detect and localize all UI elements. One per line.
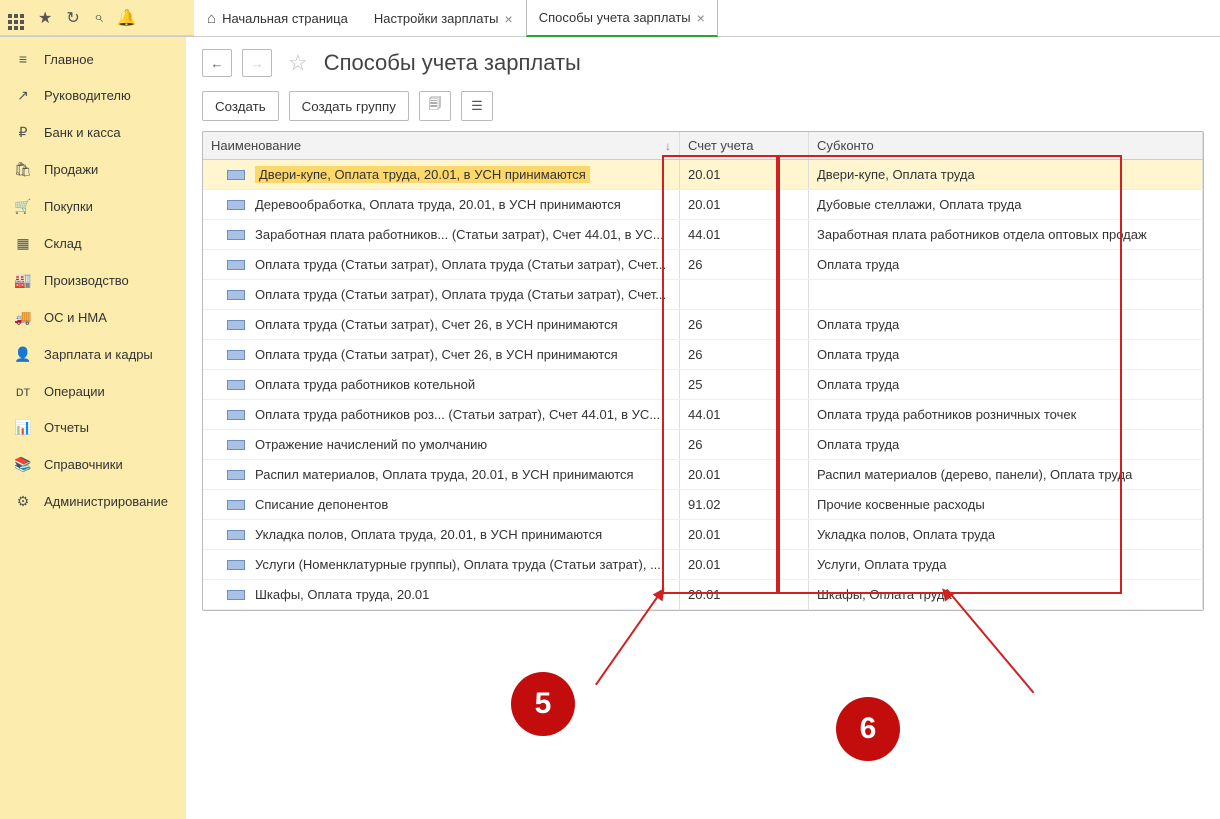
tab-home-label: Начальная страница: [222, 11, 348, 26]
sidebar-icon: 🏭: [14, 272, 32, 289]
row-icon: [227, 170, 245, 180]
annotation-box-5: [662, 155, 778, 594]
sidebar-item-11[interactable]: 📚 Справочники: [0, 446, 186, 483]
cell-name: Отражение начислений по умолчанию: [255, 437, 487, 452]
cell-name: Распил материалов, Оплата труда, 20.01, …: [255, 467, 634, 482]
cell-name: Оплата труда (Статьи затрат), Счет 26, в…: [255, 317, 618, 332]
list-settings-button[interactable]: ☰: [461, 91, 493, 121]
sidebar-icon: 🛍: [14, 161, 32, 178]
sidebar-icon: ₽: [14, 124, 32, 141]
sidebar-item-6[interactable]: 🏭 Производство: [0, 262, 186, 299]
sidebar-item-label: Администрирование: [44, 494, 168, 509]
sidebar-item-label: Руководителю: [44, 88, 131, 103]
sidebar-item-2[interactable]: ₽ Банк и касса: [0, 114, 186, 151]
tab-settings[interactable]: Настройки зарплаты ×: [361, 0, 526, 36]
cell-name: Оплата труда (Статьи затрат), Оплата тру…: [255, 257, 666, 272]
cell-name: Оплата труда работников котельной: [255, 377, 475, 392]
sidebar-item-0[interactable]: ≡ Главное: [0, 41, 186, 77]
sidebar-icon: 🛒: [14, 198, 32, 215]
sidebar-item-label: Зарплата и кадры: [44, 347, 153, 362]
annotation-box-6: [778, 155, 1122, 594]
row-icon: [227, 290, 245, 300]
column-header-name[interactable]: Наименование ↓: [203, 132, 680, 159]
sidebar-item-label: Главное: [44, 52, 94, 67]
cell-name: Укладка полов, Оплата труда, 20.01, в УС…: [255, 527, 602, 542]
nav-back-button[interactable]: ←: [202, 49, 232, 77]
sidebar-item-label: Справочники: [44, 457, 123, 472]
sidebar-icon: ᴅᴛ: [14, 383, 32, 399]
row-icon: [227, 380, 245, 390]
favorite-icon[interactable]: ★: [38, 8, 52, 28]
sidebar-item-label: Банк и касса: [44, 125, 121, 140]
sidebar-icon: ↗: [14, 87, 32, 104]
sidebar-item-3[interactable]: 🛍 Продажи: [0, 151, 186, 188]
page-title: Способы учета зарплаты: [324, 50, 581, 76]
row-icon: [227, 590, 245, 600]
cell-name: Оплата труда (Статьи затрат), Счет 26, в…: [255, 347, 618, 362]
sidebar-item-9[interactable]: ᴅᴛ Операции: [0, 373, 186, 409]
search-icon[interactable]: ⌕: [94, 9, 103, 27]
row-icon: [227, 560, 245, 570]
cell-name: Оплата труда (Статьи затрат), Оплата тру…: [255, 287, 666, 302]
row-icon: [227, 530, 245, 540]
sidebar-icon: 🚚: [14, 309, 32, 326]
apps-icon[interactable]: [8, 5, 24, 30]
sidebar-item-7[interactable]: 🚚 ОС и НМА: [0, 299, 186, 336]
sidebar-item-4[interactable]: 🛒 Покупки: [0, 188, 186, 225]
sidebar-item-8[interactable]: 👤 Зарплата и кадры: [0, 336, 186, 373]
cell-name: Услуги (Номенклатурные группы), Оплата т…: [255, 557, 661, 572]
sidebar-icon: ⚙: [14, 493, 32, 510]
cell-name: Списание депонентов: [255, 497, 388, 512]
sidebar-icon: 👤: [14, 346, 32, 363]
row-icon: [227, 200, 245, 210]
close-icon[interactable]: ×: [505, 11, 513, 27]
cell-name: Деревообработка, Оплата труда, 20.01, в …: [255, 197, 621, 212]
sidebar-icon: ≡: [14, 51, 32, 67]
row-icon: [227, 320, 245, 330]
tab-methods-label: Способы учета зарплаты: [539, 10, 691, 25]
tab-home[interactable]: ⌂ Начальная страница: [194, 0, 361, 36]
copy-button[interactable]: 🗐: [419, 91, 451, 121]
sidebar-item-5[interactable]: ▦ Склад: [0, 225, 186, 262]
nav-forward-button[interactable]: →: [242, 49, 272, 77]
sidebar-item-label: Операции: [44, 384, 105, 399]
sort-icon: ↓: [665, 139, 671, 153]
row-icon: [227, 260, 245, 270]
annotation-marker-6: 6: [836, 697, 900, 761]
row-icon: [227, 410, 245, 420]
tab-methods[interactable]: Способы учета зарплаты ×: [526, 0, 718, 37]
sidebar-item-label: Производство: [44, 273, 129, 288]
sidebar-icon: 📚: [14, 456, 32, 473]
sidebar-item-10[interactable]: 📊 Отчеты: [0, 409, 186, 446]
sidebar-item-label: Отчеты: [44, 420, 89, 435]
create-button[interactable]: Создать: [202, 91, 279, 121]
sidebar-icon: 📊: [14, 419, 32, 436]
row-icon: [227, 470, 245, 480]
close-icon[interactable]: ×: [697, 10, 705, 26]
sidebar-item-1[interactable]: ↗ Руководителю: [0, 77, 186, 114]
annotation-marker-5: 5: [511, 672, 575, 736]
sidebar-icon: ▦: [14, 235, 32, 252]
sidebar-item-label: Склад: [44, 236, 82, 251]
sidebar-item-label: Покупки: [44, 199, 93, 214]
row-icon: [227, 350, 245, 360]
row-icon: [227, 440, 245, 450]
tab-settings-label: Настройки зарплаты: [374, 11, 499, 26]
sidebar-item-12[interactable]: ⚙ Администрирование: [0, 483, 186, 520]
row-icon: [227, 500, 245, 510]
star-icon[interactable]: ☆: [288, 50, 308, 76]
bell-icon[interactable]: 🔔: [117, 8, 137, 28]
cell-name: Шкафы, Оплата труда, 20.01: [255, 587, 429, 602]
cell-name: Двери-купе, Оплата труда, 20.01, в УСН п…: [255, 166, 590, 183]
row-icon: [227, 230, 245, 240]
create-group-button[interactable]: Создать группу: [289, 91, 409, 121]
home-icon: ⌂: [207, 10, 216, 27]
history-icon[interactable]: ↻: [66, 8, 79, 28]
cell-name: Оплата труда работников роз... (Статьи з…: [255, 407, 660, 422]
cell-name: Заработная плата работников... (Статьи з…: [255, 227, 664, 242]
sidebar-item-label: Продажи: [44, 162, 98, 177]
sidebar: ≡ Главное ↗ Руководителю ₽ Банк и касса 🛍 Прода…: [0, 37, 186, 819]
sidebar-item-label: ОС и НМА: [44, 310, 107, 325]
